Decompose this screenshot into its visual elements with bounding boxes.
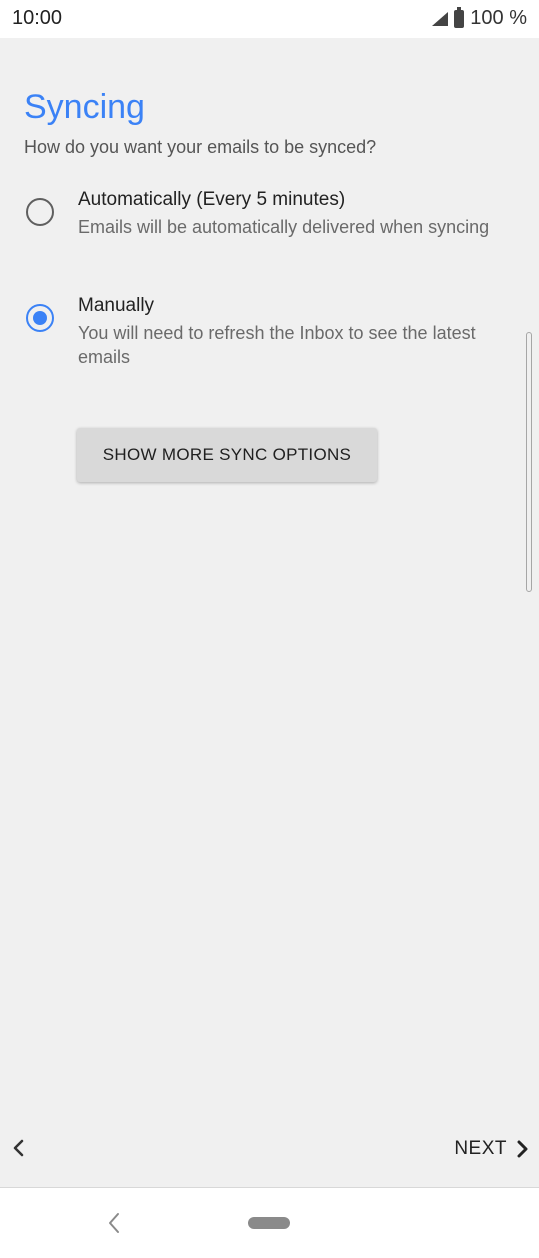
option-label: Manually: [78, 295, 155, 316]
page-title: Syncing: [24, 88, 145, 126]
nav-back-icon[interactable]: [104, 1210, 124, 1236]
nav-home-button[interactable]: [248, 1217, 290, 1229]
radio-manual[interactable]: [26, 304, 54, 332]
signal-icon: [432, 11, 449, 26]
battery-icon: [454, 6, 465, 28]
option-text: Automatically (Every 5 minutes) Emails w…: [78, 186, 508, 239]
scrollbar[interactable]: [526, 332, 532, 592]
system-nav-bar: [0, 1187, 539, 1258]
chevron-right-icon: [517, 1140, 528, 1158]
next-button[interactable]: NEXT: [454, 1136, 529, 1162]
option-description: Emails will be automatically delivered w…: [78, 217, 490, 237]
option-label: Automatically (Every 5 minutes): [78, 189, 346, 210]
option-text: Manually You will need to refresh the In…: [78, 292, 508, 369]
option-description: You will need to refresh the Inbox to se…: [78, 323, 476, 367]
status-bar: 10:00 100 %: [0, 0, 539, 38]
status-time: 10:00: [12, 7, 63, 29]
radio-automatic[interactable]: [26, 198, 54, 226]
show-more-sync-options-button[interactable]: SHOW MORE SYNC OPTIONS: [77, 428, 377, 482]
battery-percentage: 100 %: [470, 7, 527, 29]
back-button[interactable]: [10, 1136, 28, 1160]
status-icons: 100 %: [432, 6, 527, 30]
page-subtitle: How do you want your emails to be synced…: [24, 137, 377, 157]
next-label: NEXT: [454, 1138, 507, 1159]
chevron-left-icon: [13, 1139, 24, 1157]
